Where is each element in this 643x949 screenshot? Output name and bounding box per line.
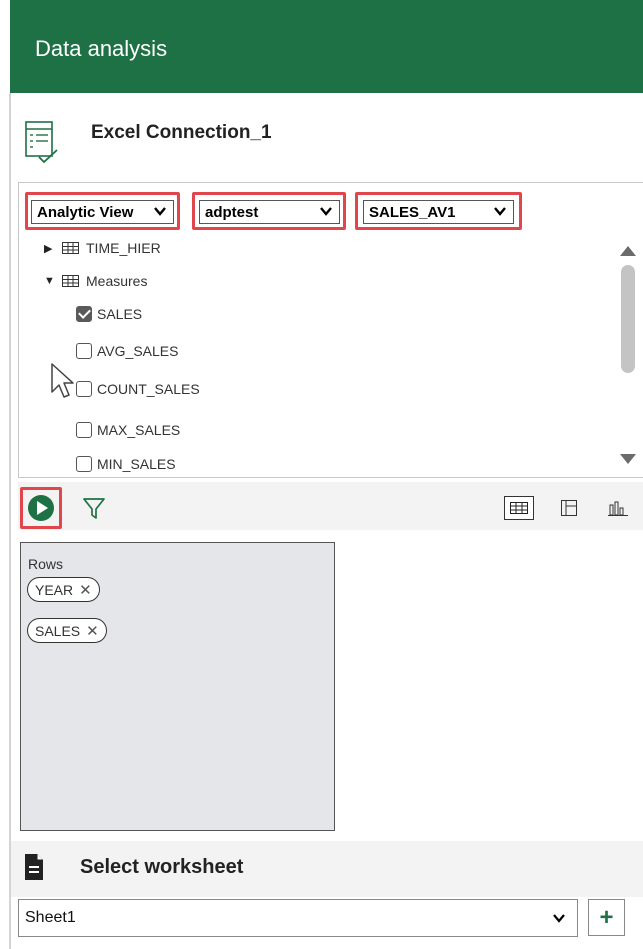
chevron-down-icon — [494, 207, 506, 216]
plus-icon: + — [599, 903, 614, 931]
object-select[interactable]: SALES_AV1 — [363, 200, 514, 224]
table-icon — [62, 242, 79, 254]
row-chip-sales[interactable]: SALES ✕ — [27, 618, 107, 643]
measure-label: MAX_SALES — [97, 422, 181, 438]
schema-select[interactable]: adptest — [199, 200, 340, 224]
measure-item-max-sales[interactable]: MAX_SALES — [76, 422, 180, 438]
worksheet-title: Select worksheet — [80, 856, 244, 878]
app-title: Data analysis — [35, 36, 168, 61]
object-value: SALES_AV1 — [369, 203, 456, 221]
chip-label: SALES — [35, 622, 81, 639]
scroll-down-arrow-icon[interactable] — [620, 454, 636, 464]
scroll-up-arrow-icon[interactable] — [620, 246, 636, 256]
checkbox[interactable] — [76, 381, 92, 397]
checkbox[interactable] — [76, 456, 92, 472]
row-chip-year[interactable]: YEAR ✕ — [27, 577, 100, 602]
table-icon — [62, 275, 79, 287]
measure-label: SALES — [97, 306, 143, 322]
schema-value: adptest — [205, 203, 259, 221]
view-type-value: Analytic View — [37, 203, 134, 221]
run-play-icon[interactable] — [28, 495, 54, 521]
view-type-select[interactable]: Analytic View — [31, 200, 174, 224]
tree-node-label: Measures — [86, 273, 148, 289]
remove-icon[interactable]: ✕ — [79, 581, 92, 599]
tree-node-time-hier[interactable]: ▶ TIME_HIER — [44, 240, 161, 256]
mouse-cursor-icon — [51, 363, 74, 398]
chip-label: YEAR — [35, 581, 74, 598]
chart-view-button[interactable] — [598, 496, 638, 520]
measure-item-avg-sales[interactable]: AVG_SALES — [76, 343, 178, 359]
header-bar: Data analysis — [10, 0, 643, 93]
checkbox-checked[interactable] — [76, 306, 92, 322]
rows-label: Rows — [28, 556, 64, 572]
connection-checklist-icon — [25, 121, 58, 164]
frame-border — [9, 93, 11, 949]
chart-view-icon — [608, 501, 628, 516]
measure-item-count-sales[interactable]: COUNT_SALES — [76, 381, 200, 397]
chevron-down-icon — [154, 207, 166, 216]
query-toolbar — [18, 482, 643, 530]
chevron-down-icon — [553, 914, 565, 923]
pivot-view-button[interactable] — [554, 496, 584, 520]
measure-item-min-sales[interactable]: MIN_SALES — [76, 456, 176, 472]
checkbox[interactable] — [76, 343, 92, 359]
tree-node-label: TIME_HIER — [86, 240, 161, 256]
worksheet-select[interactable]: Sheet1 — [18, 899, 578, 937]
collapse-arrow-icon[interactable]: ▼ — [44, 275, 56, 287]
checkbox[interactable] — [76, 422, 92, 438]
remove-icon[interactable]: ✕ — [86, 622, 99, 640]
measure-label: COUNT_SALES — [97, 381, 200, 397]
table-view-button[interactable] — [504, 496, 534, 520]
expand-arrow-icon[interactable]: ▶ — [44, 242, 56, 255]
pivot-view-icon — [561, 500, 577, 516]
table-view-icon — [510, 502, 528, 514]
filter-icon[interactable] — [82, 496, 106, 520]
tree-node-measures[interactable]: ▼ Measures — [44, 273, 147, 289]
worksheet-value: Sheet1 — [25, 909, 76, 926]
chevron-down-icon — [320, 207, 332, 216]
scrollbar-thumb[interactable] — [621, 265, 635, 373]
measure-label: MIN_SALES — [97, 456, 176, 472]
measure-label: AVG_SALES — [97, 343, 179, 359]
connection-name: Excel Connection_1 — [91, 122, 272, 143]
add-worksheet-button[interactable]: + — [588, 899, 625, 936]
document-icon — [25, 854, 43, 880]
measure-item-sales[interactable]: SALES — [76, 306, 142, 322]
